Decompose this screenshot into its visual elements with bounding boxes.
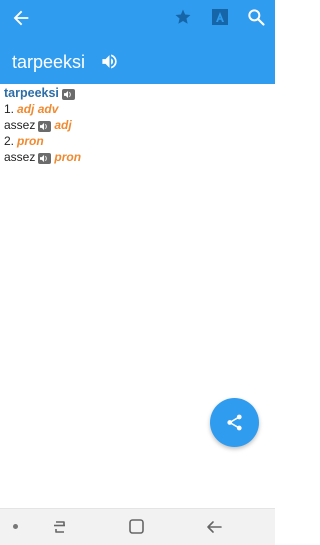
- part-of-speech: pron: [17, 134, 44, 149]
- sense-1-header: 1. adj adv: [4, 102, 269, 118]
- speaker-icon[interactable]: [38, 120, 52, 132]
- translation: assez: [4, 150, 36, 165]
- sense-1-translation: assez adj: [4, 118, 269, 134]
- sense-number: 2.: [4, 134, 15, 149]
- speaker-icon[interactable]: [100, 52, 119, 71]
- page-title: tarpeeksi: [12, 52, 86, 72]
- recent-apps-icon[interactable]: [51, 519, 69, 535]
- sense-number: 1.: [4, 102, 15, 117]
- translation: assez: [4, 118, 36, 133]
- system-nav-bar: [0, 508, 275, 545]
- speaker-icon[interactable]: [61, 88, 75, 100]
- translation-part-of-speech: adj: [54, 118, 72, 133]
- part-of-speech: adj adv: [17, 102, 59, 117]
- app-bar: tarpeeksi: [0, 0, 275, 84]
- dictionary-entry: tarpeeksi 1. adj adv assez adj 2. pron a…: [4, 86, 269, 166]
- share-icon: [227, 414, 242, 431]
- headword-line: tarpeeksi: [4, 86, 269, 102]
- dot-icon: [13, 524, 18, 529]
- speaker-icon[interactable]: [38, 152, 52, 164]
- sense-2-header: 2. pron: [4, 134, 269, 150]
- share-button[interactable]: [210, 398, 259, 447]
- sense-2-translation: assez pron: [4, 150, 269, 166]
- home-icon[interactable]: [128, 518, 145, 535]
- back-icon[interactable]: [205, 519, 223, 535]
- star-icon[interactable]: [174, 8, 192, 26]
- search-icon[interactable]: [246, 7, 266, 27]
- translation-part-of-speech: pron: [54, 150, 82, 165]
- font-icon[interactable]: [212, 9, 228, 25]
- headword: tarpeeksi: [4, 86, 59, 101]
- arrow-left-icon[interactable]: [10, 7, 32, 29]
